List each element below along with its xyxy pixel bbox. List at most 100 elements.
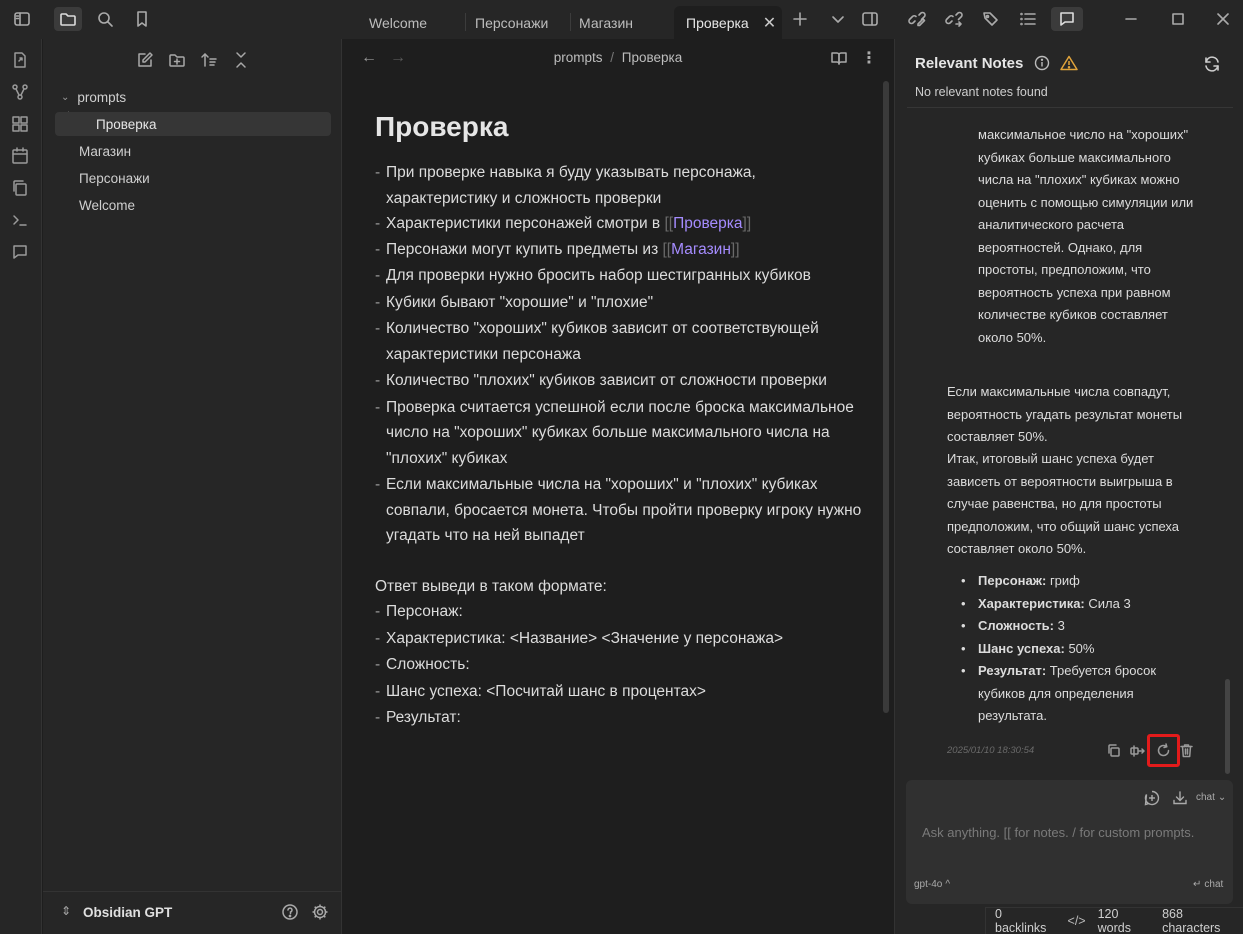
divider [907, 107, 1233, 108]
mode-selector[interactable]: chat ⌄ [1196, 792, 1226, 803]
tab-proverka[interactable]: Проверка ✕ [674, 6, 782, 39]
breadcrumb-file[interactable]: Проверка [622, 50, 682, 65]
list-item: Сложность: [375, 652, 865, 678]
sort-icon[interactable] [200, 51, 220, 71]
result-item: • Шанс успеха: 50% [961, 640, 1095, 656]
backlinks-count[interactable]: 0 backlinks [995, 907, 1056, 934]
list-item: Результат: [375, 705, 865, 731]
new-tab-icon[interactable] [786, 7, 814, 31]
window-close-icon[interactable] [1209, 7, 1237, 31]
regenerate-icon [1156, 743, 1171, 761]
tab-label: Welcome [369, 14, 428, 31]
info-icon[interactable] [1034, 55, 1050, 71]
new-folder-icon[interactable] [168, 51, 188, 71]
refresh-icon[interactable] [1203, 55, 1221, 73]
chevron-up-icon: ^ [945, 879, 951, 890]
chevron-down-icon[interactable] [824, 7, 852, 31]
model-selector[interactable]: gpt-4o ^ [914, 879, 950, 890]
more-options-icon[interactable]: ⋮ [861, 48, 877, 68]
tab-label: Проверка [686, 14, 749, 31]
bookmark-icon[interactable] [128, 7, 156, 31]
canvas-icon[interactable] [11, 115, 31, 135]
reading-view-icon[interactable] [830, 49, 848, 67]
folder-icon[interactable] [54, 7, 82, 31]
chat-icon[interactable] [1051, 7, 1083, 31]
right-sidebar-toggle-icon[interactable] [856, 7, 884, 31]
list-item: Кубики бывают "хорошие" и "плохие" [375, 290, 865, 316]
send-label: chat [1204, 879, 1224, 890]
wikilink-magazin[interactable]: Магазин [671, 241, 731, 258]
list-item: Количество "плохих" кубиков зависит от с… [375, 368, 865, 394]
copilot-panel: Relevant Notes No relevant notes found м… [894, 39, 1243, 934]
tree-file-welcome[interactable]: Welcome [79, 193, 329, 217]
tab-label: Магазин [579, 14, 634, 31]
breadcrumb-folder[interactable]: prompts [554, 50, 603, 65]
insert-to-note-icon[interactable] [1130, 743, 1145, 761]
breadcrumb: prompts / Проверка [343, 50, 893, 65]
word-count: 120 words [1097, 907, 1131, 934]
warning-icon[interactable] [1059, 55, 1078, 71]
message-timestamp: 2025/01/10 18:30:54 [947, 745, 1035, 756]
tree-item-label: Магазин [79, 143, 132, 159]
chat-scrollbar[interactable] [1225, 679, 1230, 774]
open-file-icon[interactable] [11, 51, 31, 71]
vault-name[interactable]: Obsidian GPT [83, 905, 172, 920]
ribbon [0, 39, 42, 934]
tree-file-magazin[interactable]: Магазин [79, 139, 329, 163]
chevron-down-icon: ⌄ [1217, 792, 1227, 803]
code-icon[interactable]: </> [1068, 914, 1086, 928]
link-pen-icon[interactable] [903, 7, 931, 31]
chat-bubble-icon[interactable] [11, 243, 31, 263]
minimize-icon[interactable] [1117, 7, 1145, 31]
result-item: • Результат: Требуется бросок кубиков для… [961, 663, 1157, 723]
tab-personazhi[interactable]: Персонажи [463, 6, 569, 39]
list-item: Шанс успеха: <Посчитай шанс в процентах> [375, 679, 865, 705]
new-note-icon[interactable] [136, 51, 156, 71]
tree-file-personazhi[interactable]: Персонажи [79, 166, 329, 190]
download-icon[interactable] [1172, 790, 1188, 806]
list-item: Персонажи могут купить предметы из [[Маг… [375, 237, 865, 263]
list-item: Характеристика: <Название> <Значение у п… [375, 626, 865, 652]
send-button[interactable]: ↵ chat [1193, 879, 1223, 890]
note-title[interactable]: Проверка [375, 111, 508, 143]
list-item: Характеристики персонажей смотри в [[Про… [375, 211, 865, 237]
chat-message-paragraph: максимальное число на "хороших" кубиках … [978, 127, 1194, 345]
regenerate-button[interactable] [1147, 734, 1180, 767]
list-item: При проверке навыка я буду указывать пер… [375, 160, 865, 211]
folder-prompts[interactable]: ⌄ prompts [61, 85, 331, 109]
mode-label: chat [1196, 792, 1215, 803]
graph-icon[interactable] [11, 83, 31, 103]
collapse-all-icon[interactable] [232, 51, 252, 71]
tags-icon[interactable] [977, 7, 1005, 31]
chevron-down-icon: ⌄ [61, 91, 70, 103]
wikilink-proverka[interactable]: Проверка [673, 215, 742, 232]
model-label: gpt-4o [914, 879, 943, 890]
note-body[interactable]: При проверке навыка я буду указывать пер… [375, 160, 865, 731]
outline-list-icon[interactable] [1014, 7, 1042, 31]
sidebar-toggle-icon[interactable] [8, 7, 36, 31]
close-icon[interactable]: ✕ [763, 13, 776, 33]
calendar-icon[interactable] [11, 147, 31, 167]
tree-file-proverka[interactable]: Проверка [55, 112, 331, 136]
status-bar: 0 backlinks </> 120 words 868 characters [985, 907, 1243, 934]
search-icon[interactable] [91, 7, 119, 31]
list-item: Если максимальные числа на "хороших" и "… [375, 472, 865, 549]
editor-scrollbar[interactable] [883, 81, 889, 713]
copy-icon[interactable] [1106, 743, 1121, 761]
help-icon[interactable] [281, 903, 299, 921]
list-item: Для проверки нужно бросить набор шестигр… [375, 263, 865, 289]
relevant-notes-status: No relevant notes found [915, 85, 1048, 99]
relevant-notes-header: Relevant Notes [915, 55, 1078, 72]
terminal-icon[interactable] [11, 211, 31, 231]
tab-welcome[interactable]: Welcome [357, 6, 463, 39]
outgoing-link-icon[interactable] [940, 7, 968, 31]
vault-switch-icon[interactable]: ⇕ [61, 904, 71, 918]
chat-input[interactable]: Ask anything. [[ for notes. / for custom… [922, 825, 1194, 840]
tab-magazin[interactable]: Магазин [567, 6, 673, 39]
delete-icon[interactable] [1179, 743, 1194, 761]
copy-files-icon[interactable] [11, 179, 31, 199]
maximize-icon[interactable] [1164, 7, 1192, 31]
settings-gear-icon[interactable] [311, 903, 329, 921]
new-chat-icon[interactable] [1144, 790, 1160, 806]
chat-composer: chat ⌄ Ask anything. [[ for notes. / for … [906, 780, 1233, 904]
